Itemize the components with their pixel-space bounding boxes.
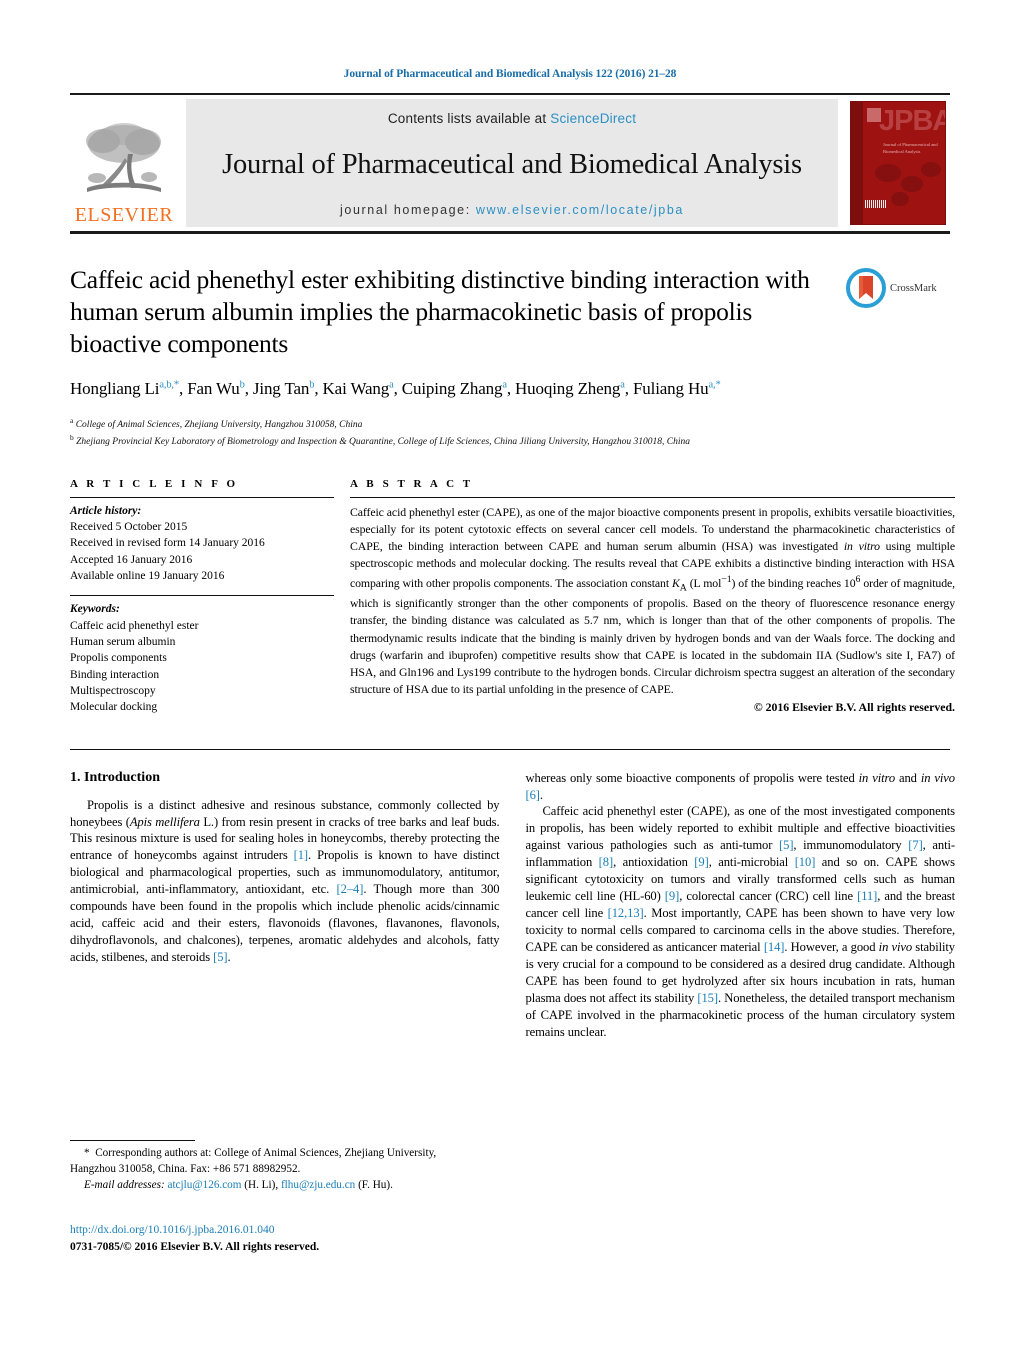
email-owner-2: (F. Hu) xyxy=(358,1178,391,1191)
crossmark-badge[interactable]: CrossMark xyxy=(846,264,950,308)
keywords-group: Keywords: Caffeic acid phenethyl ester H… xyxy=(70,596,334,715)
intro-paragraph-left: Propolis is a distinct adhesive and resi… xyxy=(70,797,500,965)
doi-copyright-block: http://dx.doi.org/10.1016/j.jpba.2016.01… xyxy=(70,1222,319,1255)
title-block: Caffeic acid phenethyl ester exhibiting … xyxy=(70,264,950,401)
contents-available-line: Contents lists available at ScienceDirec… xyxy=(388,111,636,126)
sciencedirect-link[interactable]: ScienceDirect xyxy=(550,111,636,126)
running-head: Journal of Pharmaceutical and Biomedical… xyxy=(343,68,677,80)
homepage-url-link[interactable]: www.elsevier.com/locate/jpba xyxy=(476,203,684,217)
body-columns: 1. Introduction Propolis is a distinct a… xyxy=(70,770,955,1041)
keyword-item: Human serum albumin xyxy=(70,635,176,648)
correspondence-footnote: * Corresponding authors at: College of A… xyxy=(70,1140,480,1194)
keyword-item: Multispectroscopy xyxy=(70,684,156,697)
doi-link[interactable]: http://dx.doi.org/10.1016/j.jpba.2016.01… xyxy=(70,1222,319,1239)
elsevier-logo: ELSEVIER xyxy=(70,99,178,227)
contents-prefix: Contents lists available at xyxy=(387,111,551,126)
abstract-column: A B S T R A C T Caffeic acid phenethyl e… xyxy=(348,478,955,716)
elsevier-tree-icon xyxy=(86,123,161,192)
affiliation-b-text: Zhejiang Provincial Key Laboratory of Bi… xyxy=(76,437,690,448)
cover-image: JPBA Journal of Pharmaceutical and Biome… xyxy=(850,101,946,225)
author-list: Hongliang Lia,b,*, Fan Wub, Jing Tanb, K… xyxy=(70,379,721,399)
cover-barcode xyxy=(865,200,887,208)
homepage-prefix: journal homepage: xyxy=(340,203,476,217)
cover-subtitle: Journal of Pharmaceutical and Biomedical… xyxy=(883,142,938,154)
affiliation-b: b Zhejiang Provincial Key Laboratory of … xyxy=(70,433,690,448)
body-column-left: 1. Introduction Propolis is a distinct a… xyxy=(70,770,500,1041)
issn-copyright-line: 0731-7085/© 2016 Elsevier B.V. All right… xyxy=(70,1240,320,1253)
body-separator-rule xyxy=(70,748,950,750)
cover-spine xyxy=(851,102,863,224)
article-history-label: Article history: xyxy=(70,504,142,517)
section-heading-introduction: 1. Introduction xyxy=(70,769,160,785)
crossmark-icon xyxy=(846,268,886,308)
cover-blob-2 xyxy=(901,176,923,192)
paper-page: Journal of Pharmaceutical and Biomedical… xyxy=(0,0,1020,1351)
journal-title: Journal of Pharmaceutical and Biomedical… xyxy=(222,148,802,180)
article-history-group: Article history: Received 5 October 2015… xyxy=(70,503,334,585)
keyword-item: Molecular docking xyxy=(70,701,158,714)
keywords-label: Keywords: xyxy=(70,603,120,616)
history-item: Accepted 16 January 2016 xyxy=(70,553,193,566)
footnote-rule xyxy=(70,1140,195,1141)
corresponding-author-note: * Corresponding authors at: College of A… xyxy=(70,1147,437,1175)
abstract-copyright: © 2016 Elsevier B.V. All rights reserved… xyxy=(753,700,955,715)
journal-banner: Contents lists available at ScienceDirec… xyxy=(186,99,838,227)
crossmark-label: CrossMark xyxy=(890,282,937,294)
keyword-item: Caffeic acid phenethyl ester xyxy=(70,619,199,632)
keyword-item: Binding interaction xyxy=(70,668,160,681)
intro-paragraph-right-2: Caffeic acid phenethyl ester (CAPE), as … xyxy=(525,804,956,1039)
cover-acronym: JPBA xyxy=(879,105,946,137)
article-info-column: A R T I C L E I N F O Article history: R… xyxy=(70,478,348,727)
abstract-text: Caffeic acid phenethyl ester (CAPE), as … xyxy=(350,504,956,697)
cover-blob-1 xyxy=(875,164,901,182)
journal-homepage-line: journal homepage: www.elsevier.com/locat… xyxy=(340,203,684,217)
affiliation-a-text: College of Animal Sciences, Zhejiang Uni… xyxy=(75,419,363,430)
history-item: Received in revised form 14 January 2016 xyxy=(70,537,265,550)
intro-paragraph-right-1: whereas only some bioactive components o… xyxy=(525,770,956,802)
affiliation-a: a College of Animal Sciences, Zhejiang U… xyxy=(70,415,363,430)
journal-cover-thumbnail: JPBA Journal of Pharmaceutical and Biome… xyxy=(846,99,950,227)
history-item: Available online 19 January 2016 xyxy=(70,569,225,582)
page-title: Caffeic acid phenethyl ester exhibiting … xyxy=(70,265,810,359)
abstract-heading: A B S T R A C T xyxy=(350,477,474,490)
email-owner-1: (H. Li) xyxy=(244,1178,276,1191)
journal-masthead: ELSEVIER Contents lists available at Sci… xyxy=(70,93,950,234)
body-column-right: whereas only some bioactive components o… xyxy=(526,770,956,1041)
email-link-1[interactable]: atcjlu@126.com xyxy=(167,1179,241,1191)
cover-blob-3 xyxy=(921,162,941,177)
article-info-body: Article history: Received 5 October 2015… xyxy=(70,498,334,716)
affiliation-list: a College of Animal Sciences, Zhejiang U… xyxy=(70,415,950,450)
history-item: Received 5 October 2015 xyxy=(70,520,188,533)
keyword-item: Propolis components xyxy=(70,652,167,665)
email-link-2[interactable]: flhu@zju.edu.cn xyxy=(281,1179,355,1191)
info-abstract-region: A R T I C L E I N F O Article history: R… xyxy=(70,478,955,727)
email-label: E-mail addresses: xyxy=(84,1178,165,1191)
article-info-heading: A R T I C L E I N F O xyxy=(70,477,239,490)
elsevier-wordmark: ELSEVIER xyxy=(74,204,174,226)
email-addresses-line: E-mail addresses: atcjlu@126.com (H. Li)… xyxy=(84,1178,393,1191)
cover-blob-4 xyxy=(891,192,909,206)
